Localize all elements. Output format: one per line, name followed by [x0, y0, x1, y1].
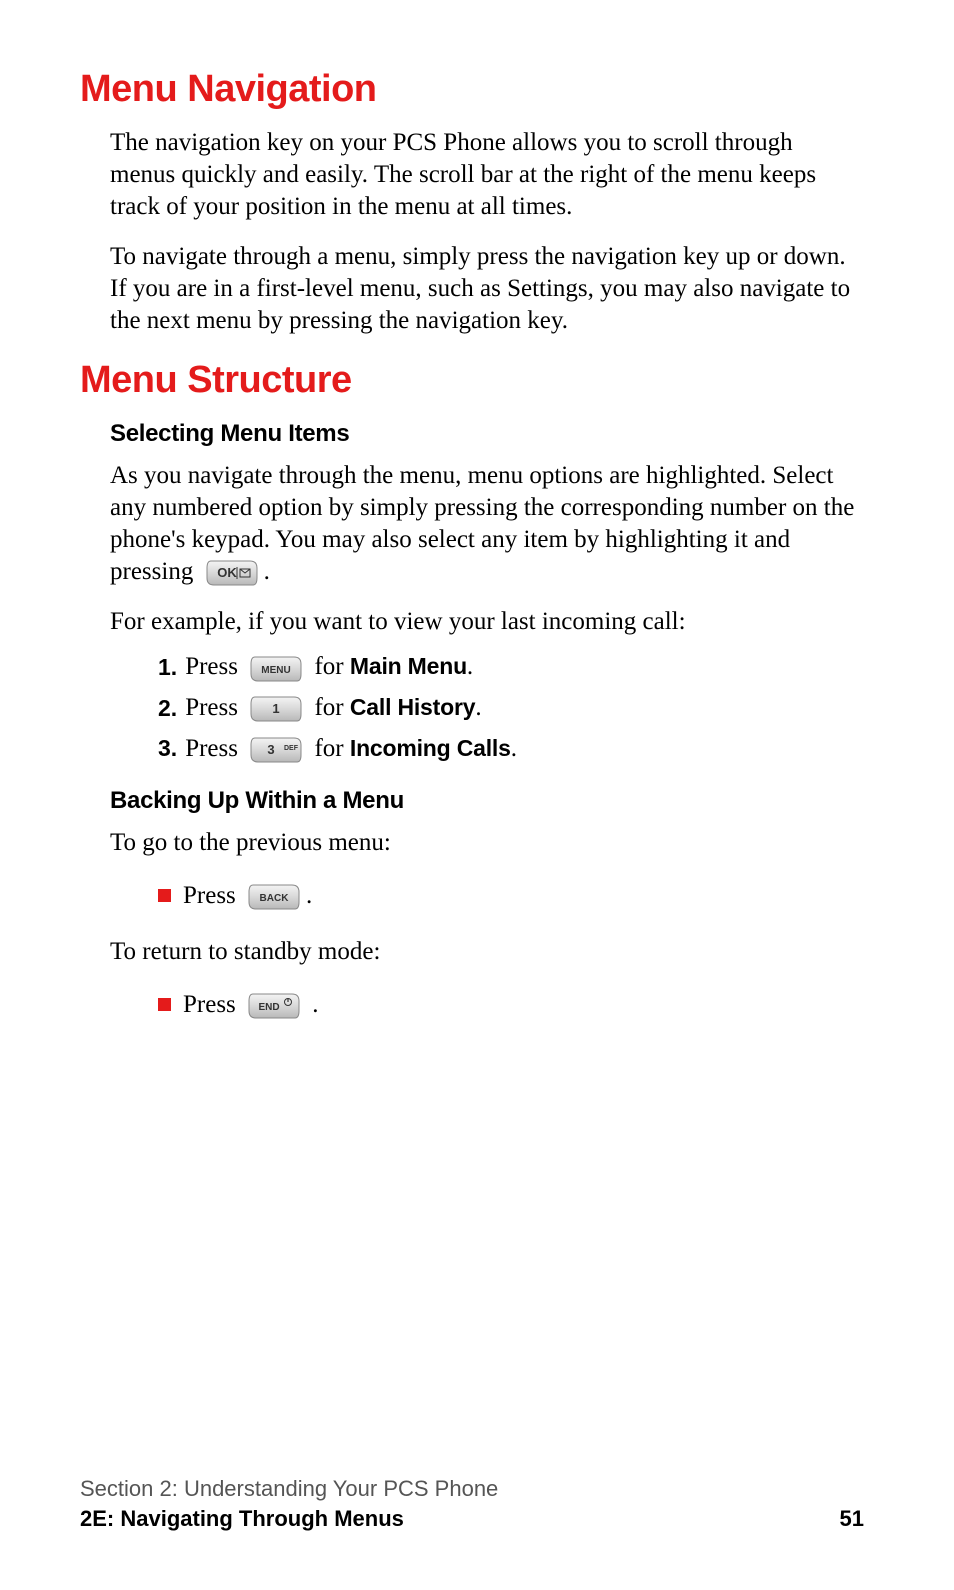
paragraph: To navigate through a menu, simply press…	[110, 241, 864, 337]
text: Press	[185, 694, 244, 721]
list-item: 1. Press MENU for Main Menu.	[158, 648, 864, 687]
bullet-icon	[158, 998, 171, 1011]
paragraph: For example, if you want to view your la…	[110, 606, 864, 638]
ordered-list: 1. Press MENU for Main Menu. 2. Press 1 …	[158, 648, 864, 768]
text: .	[467, 653, 473, 680]
text: Press	[185, 735, 244, 762]
page-footer: Section 2: Understanding Your PCS Phone …	[80, 1476, 864, 1532]
bold-label: Main Menu	[350, 653, 467, 679]
text: Press	[183, 991, 242, 1018]
heading-menu-navigation: Menu Navigation	[80, 68, 864, 111]
text: .	[511, 735, 517, 762]
heading-menu-structure: Menu Structure	[80, 359, 864, 402]
bullet-icon	[158, 889, 171, 902]
svg-text:1: 1	[273, 701, 280, 716]
text: .	[306, 991, 319, 1018]
end-key-icon: END	[246, 991, 302, 1021]
text: Press	[185, 653, 244, 680]
svg-text:OK: OK	[217, 565, 237, 580]
text: for	[314, 735, 349, 762]
footer-section-label: Section 2: Understanding Your PCS Phone	[80, 1476, 864, 1502]
bold-label: Call History	[350, 694, 475, 720]
text: .	[264, 558, 270, 585]
svg-text:3: 3	[268, 742, 275, 757]
paragraph: To go to the previous menu:	[110, 827, 864, 859]
paragraph: As you navigate through the menu, menu o…	[110, 460, 864, 588]
list-number: 2.	[158, 691, 177, 727]
text: for	[314, 694, 349, 721]
svg-text:MENU: MENU	[262, 665, 291, 676]
bold-label: Incoming Calls	[350, 735, 511, 761]
list-number: 3.	[158, 731, 177, 767]
bullet-list: Press END .	[158, 986, 864, 1024]
menu-key-icon: MENU	[248, 654, 304, 684]
list-item: Press END .	[158, 986, 864, 1024]
three-key-icon: 3 DEF	[248, 735, 304, 765]
subheading-backing-up: Backing Up Within a Menu	[110, 787, 864, 815]
list-number: 1.	[158, 650, 177, 686]
svg-text:END: END	[258, 1002, 279, 1013]
back-key-icon: BACK	[246, 882, 302, 912]
svg-text:BACK: BACK	[260, 893, 290, 904]
list-item: 3. Press 3 DEF for Incoming Calls.	[158, 730, 864, 769]
text: .	[475, 694, 481, 721]
bullet-list: Press BACK.	[158, 877, 864, 915]
paragraph: The navigation key on your PCS Phone all…	[110, 127, 864, 223]
one-key-icon: 1	[248, 694, 304, 724]
list-item: 2. Press 1 for Call History.	[158, 689, 864, 728]
ok-key-icon: OK	[204, 558, 260, 588]
footer-subsection-label: 2E: Navigating Through Menus	[80, 1506, 404, 1532]
text: Press	[183, 882, 242, 909]
page-number: 51	[840, 1506, 864, 1532]
text: for	[314, 653, 349, 680]
list-item: Press BACK.	[158, 877, 864, 915]
paragraph: To return to standby mode:	[110, 936, 864, 968]
svg-text:DEF: DEF	[284, 745, 299, 752]
text: .	[306, 882, 312, 909]
subheading-selecting-menu-items: Selecting Menu Items	[110, 420, 864, 448]
